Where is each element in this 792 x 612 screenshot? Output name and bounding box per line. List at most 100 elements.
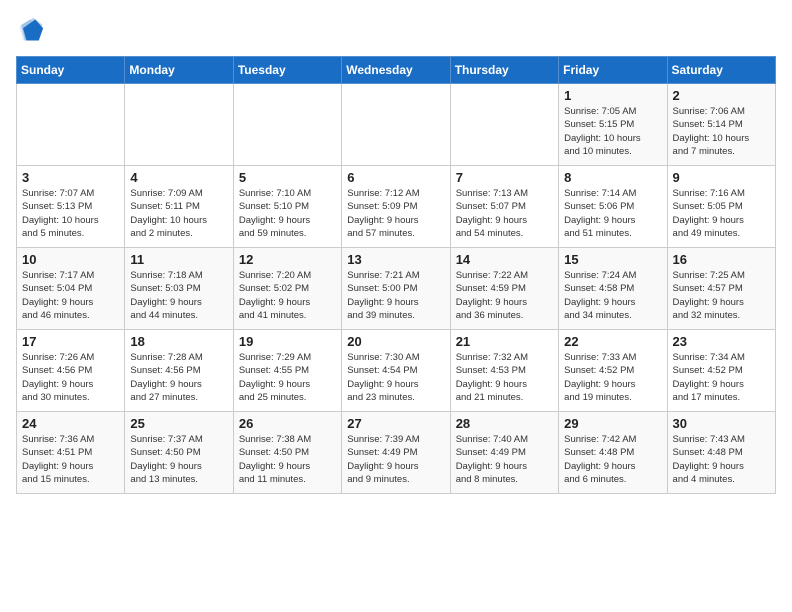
calendar-cell: 3Sunrise: 7:07 AM Sunset: 5:13 PM Daylig… bbox=[17, 166, 125, 248]
calendar-cell: 7 Sunrise: 7:13 AM Sunset: 5:07 PM Daylig… bbox=[450, 166, 558, 248]
day-number: 30 bbox=[673, 416, 770, 431]
calendar-cell bbox=[233, 84, 341, 166]
day-info: Sunrise: 7:24 AM Sunset: 4:58 PM Dayligh… bbox=[564, 269, 661, 322]
weekday-header-saturday: Saturday bbox=[667, 57, 775, 84]
day-info: Sunrise: 7:06 AM Sunset: 5:14 PM Dayligh… bbox=[673, 105, 770, 158]
day-info: Sunrise: 7:13 AM Sunset: 5:07 PM Dayligh… bbox=[456, 187, 553, 240]
day-number: 7 bbox=[456, 170, 553, 185]
day-info: Sunrise: 7:34 AM Sunset: 4:52 PM Dayligh… bbox=[673, 351, 770, 404]
calendar-cell: 19 Sunrise: 7:29 AM Sunset: 4:55 PM Dayli… bbox=[233, 330, 341, 412]
day-info: Sunrise: 7:09 AM Sunset: 5:11 PM Dayligh… bbox=[130, 187, 227, 240]
day-info: Sunrise: 7:18 AM Sunset: 5:03 PM Dayligh… bbox=[130, 269, 227, 322]
day-number: 2 bbox=[673, 88, 770, 103]
calendar-cell: 13 Sunrise: 7:21 AM Sunset: 5:00 PM Dayli… bbox=[342, 248, 450, 330]
calendar-cell: 30Sunrise: 7:43 AM Sunset: 4:48 PM Dayli… bbox=[667, 412, 775, 494]
day-info: Sunrise: 7:30 AM Sunset: 4:54 PM Dayligh… bbox=[347, 351, 444, 404]
day-info: Sunrise: 7:20 AM Sunset: 5:02 PM Dayligh… bbox=[239, 269, 336, 322]
day-number: 19 bbox=[239, 334, 336, 349]
day-number: 23 bbox=[673, 334, 770, 349]
calendar-cell: 10Sunrise: 7:17 AM Sunset: 5:04 PM Dayli… bbox=[17, 248, 125, 330]
day-info: Sunrise: 7:16 AM Sunset: 5:05 PM Dayligh… bbox=[673, 187, 770, 240]
day-info: Sunrise: 7:42 AM Sunset: 4:48 PM Dayligh… bbox=[564, 433, 661, 486]
calendar-week-1: 1Sunrise: 7:05 AM Sunset: 5:15 PM Daylig… bbox=[17, 84, 776, 166]
day-number: 4 bbox=[130, 170, 227, 185]
day-info: Sunrise: 7:36 AM Sunset: 4:51 PM Dayligh… bbox=[22, 433, 119, 486]
calendar-week-4: 17 Sunrise: 7:26 AM Sunset: 4:56 PM Dayli… bbox=[17, 330, 776, 412]
day-info: Sunrise: 7:22 AM Sunset: 4:59 PM Dayligh… bbox=[456, 269, 553, 322]
calendar-cell: 28 Sunrise: 7:40 AM Sunset: 4:49 PM Dayli… bbox=[450, 412, 558, 494]
day-number: 9 bbox=[673, 170, 770, 185]
calendar-cell: 16Sunrise: 7:25 AM Sunset: 4:57 PM Dayli… bbox=[667, 248, 775, 330]
day-info: Sunrise: 7:38 AM Sunset: 4:50 PM Dayligh… bbox=[239, 433, 336, 486]
day-number: 26 bbox=[239, 416, 336, 431]
calendar-cell bbox=[342, 84, 450, 166]
calendar-cell: 15 Sunrise: 7:24 AM Sunset: 4:58 PM Dayli… bbox=[559, 248, 667, 330]
day-number: 29 bbox=[564, 416, 661, 431]
calendar-cell: 9 Sunrise: 7:16 AM Sunset: 5:05 PM Daylig… bbox=[667, 166, 775, 248]
calendar-cell: 8 Sunrise: 7:14 AM Sunset: 5:06 PM Daylig… bbox=[559, 166, 667, 248]
day-info: Sunrise: 7:25 AM Sunset: 4:57 PM Dayligh… bbox=[673, 269, 770, 322]
day-number: 20 bbox=[347, 334, 444, 349]
day-info: Sunrise: 7:28 AM Sunset: 4:56 PM Dayligh… bbox=[130, 351, 227, 404]
day-number: 12 bbox=[239, 252, 336, 267]
day-number: 13 bbox=[347, 252, 444, 267]
day-number: 5 bbox=[239, 170, 336, 185]
day-number: 21 bbox=[456, 334, 553, 349]
day-number: 18 bbox=[130, 334, 227, 349]
day-info: Sunrise: 7:14 AM Sunset: 5:06 PM Dayligh… bbox=[564, 187, 661, 240]
calendar-header: SundayMondayTuesdayWednesdayThursdayFrid… bbox=[17, 57, 776, 84]
weekday-header-wednesday: Wednesday bbox=[342, 57, 450, 84]
day-number: 15 bbox=[564, 252, 661, 267]
calendar-cell: 14 Sunrise: 7:22 AM Sunset: 4:59 PM Dayli… bbox=[450, 248, 558, 330]
day-number: 10 bbox=[22, 252, 119, 267]
day-number: 8 bbox=[564, 170, 661, 185]
calendar-cell: 21Sunrise: 7:32 AM Sunset: 4:53 PM Dayli… bbox=[450, 330, 558, 412]
calendar-cell: 27 Sunrise: 7:39 AM Sunset: 4:49 PM Dayli… bbox=[342, 412, 450, 494]
day-info: Sunrise: 7:37 AM Sunset: 4:50 PM Dayligh… bbox=[130, 433, 227, 486]
calendar-cell: 11 Sunrise: 7:18 AM Sunset: 5:03 PM Dayli… bbox=[125, 248, 233, 330]
day-info: Sunrise: 7:07 AM Sunset: 5:13 PM Dayligh… bbox=[22, 187, 119, 240]
weekday-header-sunday: Sunday bbox=[17, 57, 125, 84]
calendar-cell: 6Sunrise: 7:12 AM Sunset: 5:09 PM Daylig… bbox=[342, 166, 450, 248]
day-number: 11 bbox=[130, 252, 227, 267]
logo-icon bbox=[16, 16, 44, 44]
calendar-cell: 23 Sunrise: 7:34 AM Sunset: 4:52 PM Dayli… bbox=[667, 330, 775, 412]
calendar-week-3: 10Sunrise: 7:17 AM Sunset: 5:04 PM Dayli… bbox=[17, 248, 776, 330]
calendar-cell: 1Sunrise: 7:05 AM Sunset: 5:15 PM Daylig… bbox=[559, 84, 667, 166]
calendar-cell: 17 Sunrise: 7:26 AM Sunset: 4:56 PM Dayli… bbox=[17, 330, 125, 412]
calendar-cell bbox=[17, 84, 125, 166]
day-info: Sunrise: 7:40 AM Sunset: 4:49 PM Dayligh… bbox=[456, 433, 553, 486]
day-number: 28 bbox=[456, 416, 553, 431]
calendar-cell: 22Sunrise: 7:33 AM Sunset: 4:52 PM Dayli… bbox=[559, 330, 667, 412]
calendar-cell: 12 Sunrise: 7:20 AM Sunset: 5:02 PM Dayli… bbox=[233, 248, 341, 330]
weekday-header-monday: Monday bbox=[125, 57, 233, 84]
calendar-cell: 18 Sunrise: 7:28 AM Sunset: 4:56 PM Dayli… bbox=[125, 330, 233, 412]
calendar-cell: 26 Sunrise: 7:38 AM Sunset: 4:50 PM Dayli… bbox=[233, 412, 341, 494]
day-info: Sunrise: 7:05 AM Sunset: 5:15 PM Dayligh… bbox=[564, 105, 661, 158]
day-number: 14 bbox=[456, 252, 553, 267]
day-info: Sunrise: 7:26 AM Sunset: 4:56 PM Dayligh… bbox=[22, 351, 119, 404]
calendar-week-5: 24 Sunrise: 7:36 AM Sunset: 4:51 PM Dayli… bbox=[17, 412, 776, 494]
day-number: 25 bbox=[130, 416, 227, 431]
calendar-cell: 4 Sunrise: 7:09 AM Sunset: 5:11 PM Daylig… bbox=[125, 166, 233, 248]
header bbox=[16, 16, 776, 44]
day-info: Sunrise: 7:29 AM Sunset: 4:55 PM Dayligh… bbox=[239, 351, 336, 404]
calendar-cell: 29 Sunrise: 7:42 AM Sunset: 4:48 PM Dayli… bbox=[559, 412, 667, 494]
calendar-cell bbox=[125, 84, 233, 166]
day-info: Sunrise: 7:39 AM Sunset: 4:49 PM Dayligh… bbox=[347, 433, 444, 486]
weekday-header-thursday: Thursday bbox=[450, 57, 558, 84]
day-number: 17 bbox=[22, 334, 119, 349]
day-number: 27 bbox=[347, 416, 444, 431]
weekday-header-friday: Friday bbox=[559, 57, 667, 84]
day-number: 24 bbox=[22, 416, 119, 431]
weekday-header-tuesday: Tuesday bbox=[233, 57, 341, 84]
calendar-table: SundayMondayTuesdayWednesdayThursdayFrid… bbox=[16, 56, 776, 494]
calendar-cell: 2 Sunrise: 7:06 AM Sunset: 5:14 PM Daylig… bbox=[667, 84, 775, 166]
day-number: 6 bbox=[347, 170, 444, 185]
day-info: Sunrise: 7:33 AM Sunset: 4:52 PM Dayligh… bbox=[564, 351, 661, 404]
calendar-cell bbox=[450, 84, 558, 166]
calendar-week-2: 3Sunrise: 7:07 AM Sunset: 5:13 PM Daylig… bbox=[17, 166, 776, 248]
day-info: Sunrise: 7:21 AM Sunset: 5:00 PM Dayligh… bbox=[347, 269, 444, 322]
calendar-cell: 20 Sunrise: 7:30 AM Sunset: 4:54 PM Dayli… bbox=[342, 330, 450, 412]
calendar-cell: 25 Sunrise: 7:37 AM Sunset: 4:50 PM Dayli… bbox=[125, 412, 233, 494]
